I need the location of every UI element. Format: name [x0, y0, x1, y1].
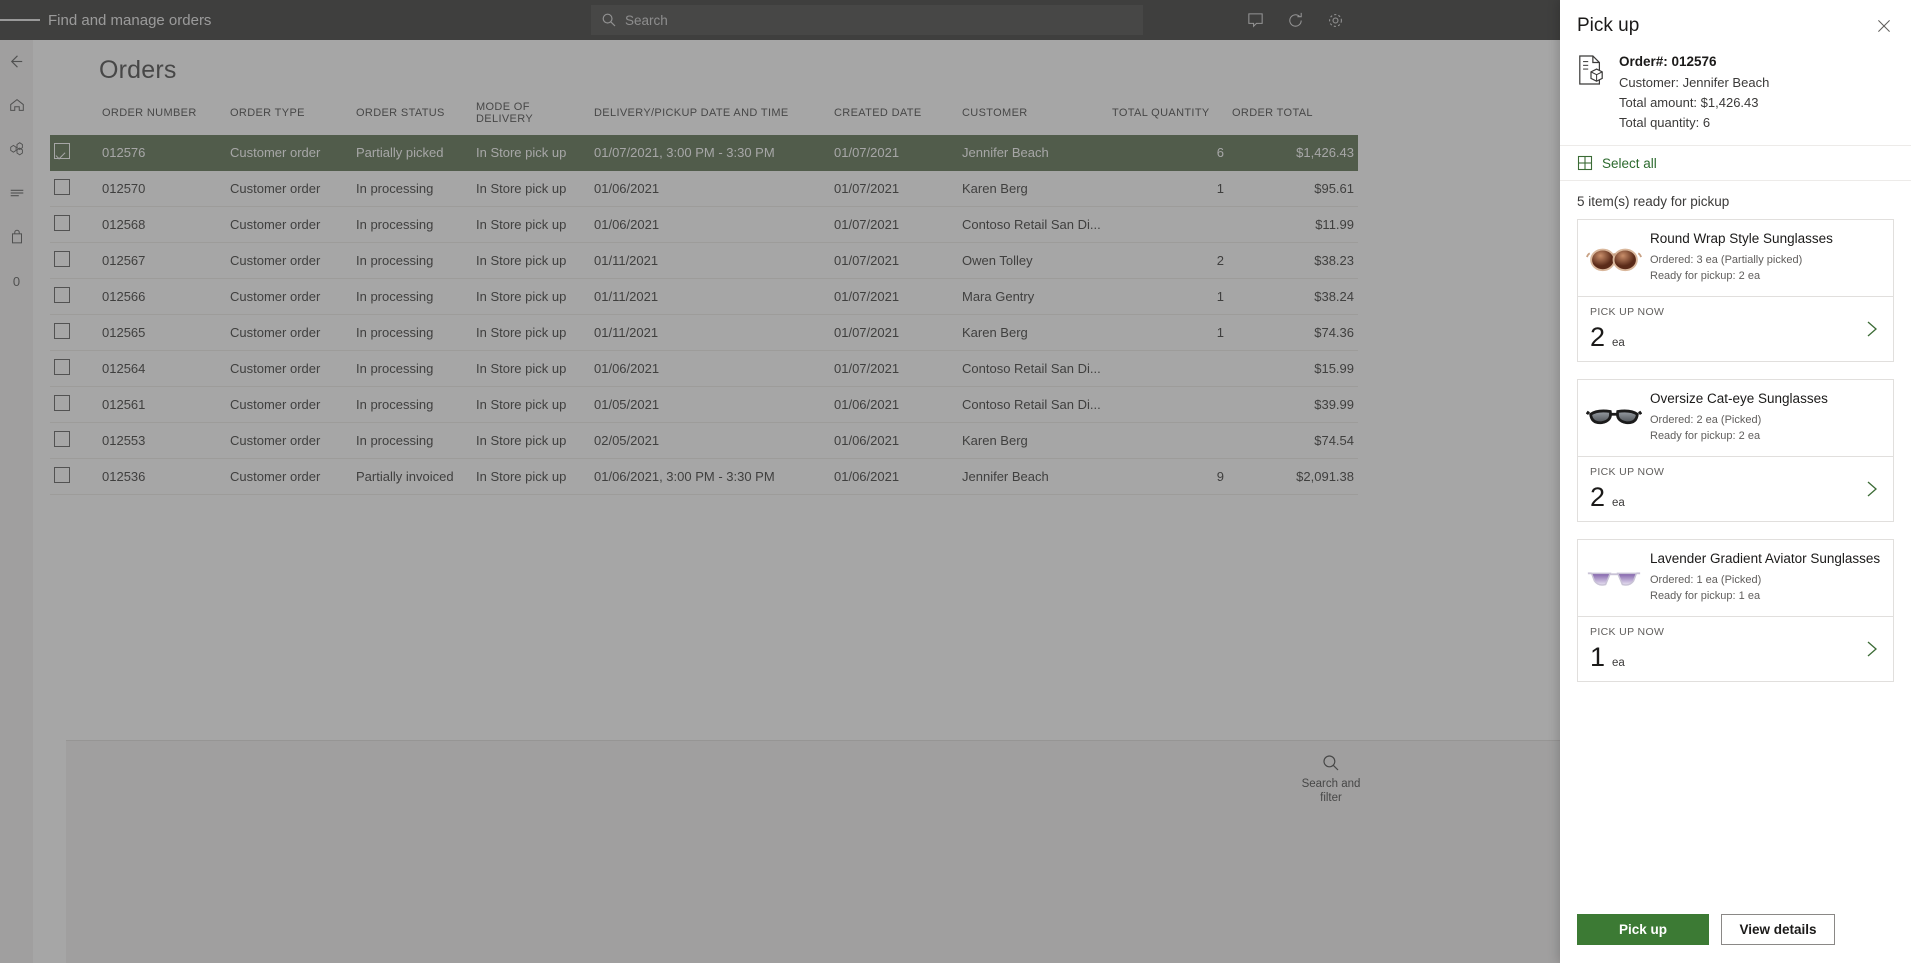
- pickup-item-ordered: Ordered: 2 ea (Picked): [1650, 413, 1762, 426]
- pickup-item-ready: Ready for pickup: 2 ea: [1650, 270, 1761, 283]
- pickup-items-list[interactable]: Round Wrap Style Sunglasses Ordered: 3 ea…: [1560, 219, 1911, 902]
- pick-up-now-quantity: 2: [1590, 482, 1606, 513]
- order-customer-label: Customer: Jennifer Beach: [1619, 74, 1770, 90]
- pickup-item-ordered: Ordered: 3 ea (Partially picked): [1650, 253, 1803, 266]
- pickup-item-ready: Ready for pickup: 2 ea: [1650, 430, 1761, 443]
- pickup-item-ordered: Ordered: 1 ea (Picked): [1650, 573, 1762, 586]
- pick-up-now-label: PICK UP NOW: [1590, 626, 1665, 639]
- select-all-button[interactable]: Select all: [1560, 145, 1911, 182]
- pick-up-now-unit: ea: [1612, 337, 1625, 350]
- order-summary-text: Order#: 012576 Customer: Jennifer Beach …: [1619, 52, 1769, 133]
- oversize-cateye-sunglasses-thumb: [1586, 390, 1642, 446]
- pick-up-now-label: PICK UP NOW: [1590, 306, 1665, 319]
- pickup-item-details: Lavender Gradient Aviator Sunglasses Orde…: [1578, 540, 1893, 616]
- select-all-label: Select all: [1602, 155, 1657, 171]
- pick-up-now-unit: ea: [1612, 657, 1625, 670]
- chevron-right-icon[interactable]: [1861, 479, 1881, 504]
- close-icon[interactable]: [1871, 13, 1897, 39]
- chevron-right-icon[interactable]: [1861, 639, 1881, 664]
- pickup-item-card[interactable]: Round Wrap Style Sunglasses Ordered: 3 ea…: [1577, 219, 1894, 363]
- pick-up-now-quantity: 2: [1590, 322, 1606, 353]
- app-root: Find and manage orders Search 0 Orders O…: [0, 0, 1911, 963]
- pick-up-now-quantity: 1: [1590, 642, 1606, 673]
- order-total-quantity-label: Total quantity: 6: [1619, 115, 1711, 131]
- pick-up-panel: Pick up Order#: 012576 Customer: Jennife…: [1560, 0, 1911, 963]
- pick-up-now-stepper[interactable]: PICK UP NOW 2 ea: [1578, 296, 1893, 361]
- pickup-item-meta: Lavender Gradient Aviator Sunglasses Orde…: [1650, 550, 1883, 606]
- pick-up-now-stepper[interactable]: PICK UP NOW 1 ea: [1578, 616, 1893, 681]
- pickup-item-card[interactable]: Oversize Cat-eye Sunglasses Ordered: 2 ea…: [1577, 379, 1894, 523]
- pick-up-now-label: PICK UP NOW: [1590, 466, 1665, 479]
- panel-header: Pick up: [1560, 0, 1911, 52]
- ready-for-pickup-count: 5 item(s) ready for pickup: [1577, 194, 1730, 210]
- order-number-label: Order#: 012576: [1619, 54, 1717, 69]
- pick-up-now-unit: ea: [1612, 497, 1625, 510]
- panel-title: Pick up: [1577, 15, 1640, 36]
- order-summary: Order#: 012576 Customer: Jennifer Beach …: [1560, 52, 1911, 145]
- pickup-item-meta: Oversize Cat-eye Sunglasses Ordered: 2 ea…: [1650, 390, 1883, 446]
- pick-up-button[interactable]: Pick up: [1577, 914, 1709, 945]
- view-details-button[interactable]: View details: [1721, 914, 1835, 945]
- select-all-grid-icon: [1577, 156, 1593, 171]
- pick-up-now-stepper[interactable]: PICK UP NOW 2 ea: [1578, 456, 1893, 521]
- pickup-item-details: Oversize Cat-eye Sunglasses Ordered: 2 ea…: [1578, 380, 1893, 456]
- pickup-item-name: Oversize Cat-eye Sunglasses: [1650, 391, 1828, 407]
- pickup-item-meta: Round Wrap Style Sunglasses Ordered: 3 ea…: [1650, 230, 1883, 286]
- order-total-amount-label: Total amount: $1,426.43: [1619, 95, 1759, 111]
- panel-footer: Pick up View details: [1560, 902, 1911, 963]
- pickup-item-name: Round Wrap Style Sunglasses: [1650, 231, 1833, 247]
- pickup-item-card[interactable]: Lavender Gradient Aviator Sunglasses Orde…: [1577, 539, 1894, 683]
- order-document-icon: [1577, 52, 1607, 86]
- chevron-right-icon[interactable]: [1861, 319, 1881, 344]
- lavender-aviator-sunglasses-thumb: [1586, 550, 1642, 606]
- pickup-item-ready: Ready for pickup: 1 ea: [1650, 590, 1761, 603]
- pickup-item-name: Lavender Gradient Aviator Sunglasses: [1650, 551, 1881, 567]
- round-wrap-sunglasses-thumb: [1586, 230, 1642, 286]
- pickup-item-details: Round Wrap Style Sunglasses Ordered: 3 ea…: [1578, 220, 1893, 296]
